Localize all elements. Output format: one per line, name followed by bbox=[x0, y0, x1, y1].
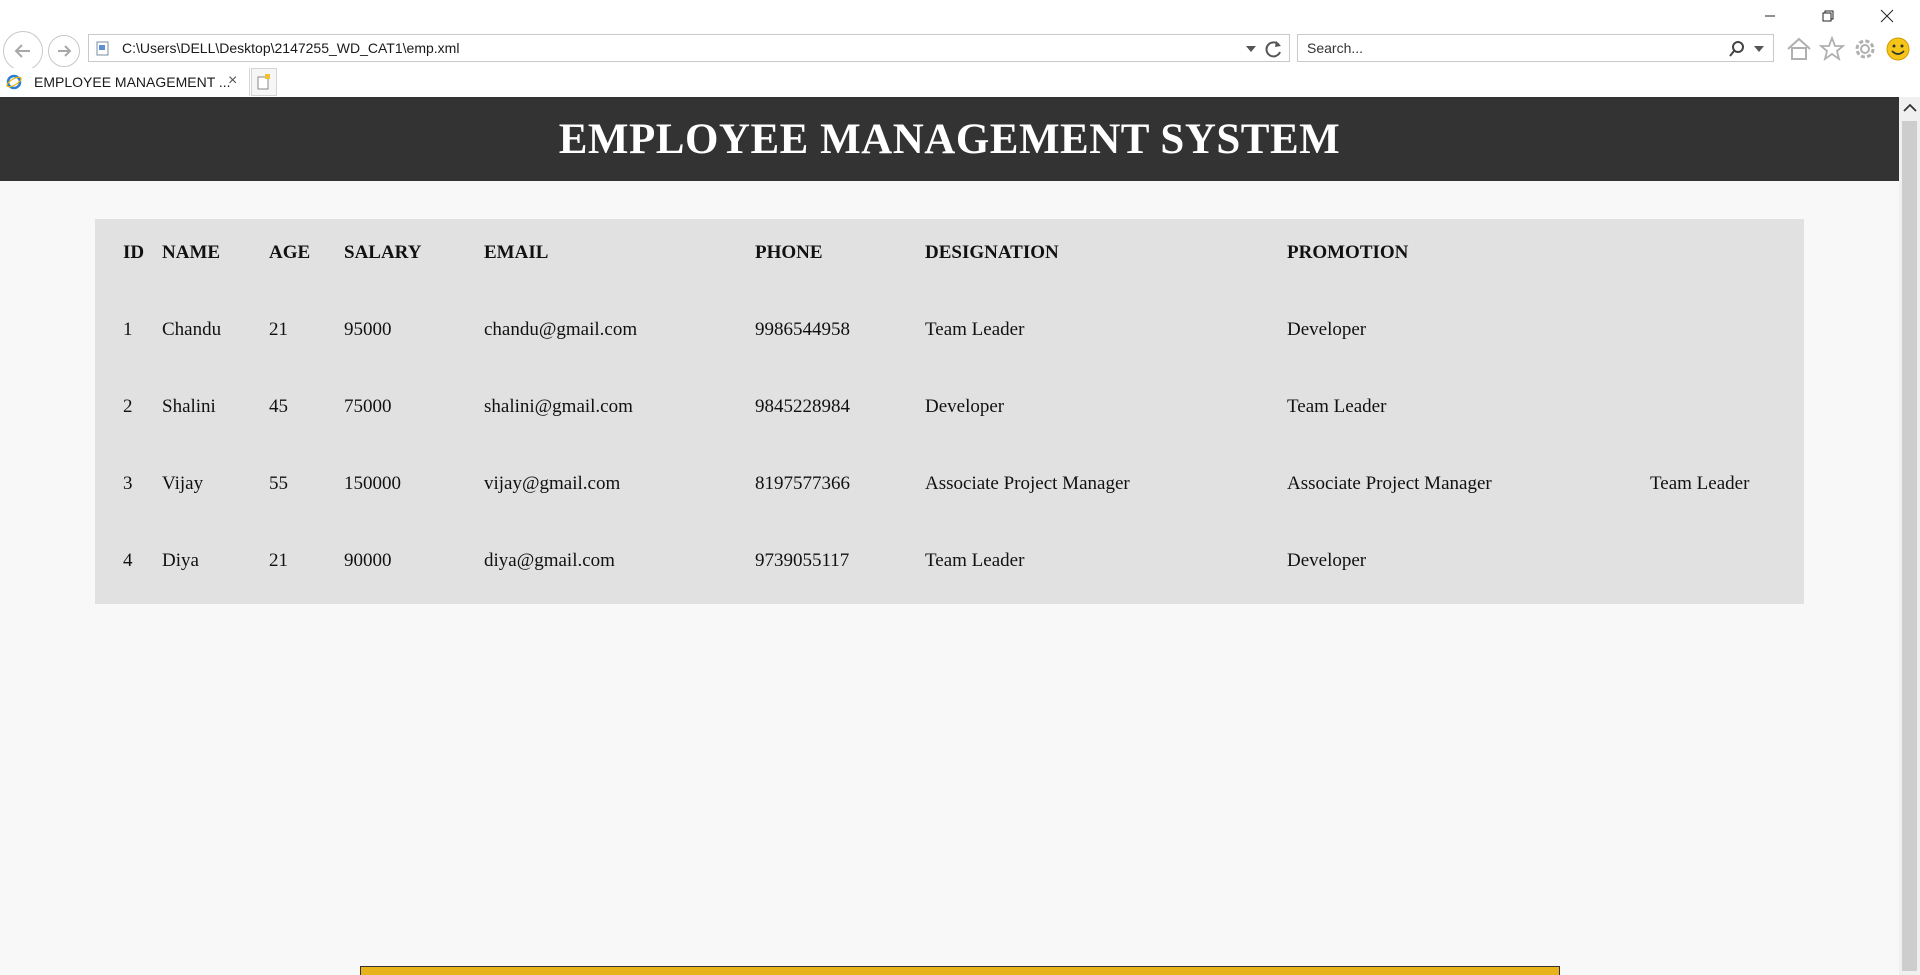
favorites-button[interactable] bbox=[1818, 35, 1846, 63]
address-text[interactable]: C:\Users\DELL\Desktop\2147255_WD_CAT1\em… bbox=[122, 40, 459, 56]
address-bar[interactable]: C:\Users\DELL\Desktop\2147255_WD_CAT1\em… bbox=[88, 34, 1290, 62]
back-arrow-icon bbox=[14, 44, 30, 58]
header-email: EMAIL bbox=[484, 242, 549, 263]
search-placeholder[interactable]: Search... bbox=[1307, 40, 1363, 56]
search-dropdown-icon[interactable] bbox=[1754, 45, 1764, 53]
employee-table: ID NAME AGE SALARY EMAIL PHONE DESIGNATI… bbox=[95, 219, 1804, 604]
cell-salary: 90000 bbox=[344, 550, 392, 571]
cell-name: Vijay bbox=[162, 473, 204, 494]
cell-salary: 75000 bbox=[344, 396, 392, 417]
cell-id: 4 bbox=[123, 550, 133, 571]
header-id: ID bbox=[123, 242, 145, 263]
cell-age: 21 bbox=[269, 550, 288, 571]
gear-icon bbox=[1855, 39, 1875, 59]
cell-promotion: Developer bbox=[1287, 550, 1367, 571]
cell-age: 55 bbox=[269, 473, 288, 494]
new-tab-button[interactable] bbox=[251, 68, 277, 96]
cell-email: chandu@gmail.com bbox=[484, 319, 638, 340]
cell-age: 21 bbox=[269, 319, 288, 340]
cell-name: Shalini bbox=[162, 396, 216, 417]
tab-title: EMPLOYEE MANAGEMENT ... bbox=[34, 74, 231, 90]
star-icon bbox=[1819, 36, 1845, 62]
cell-email: vijay@gmail.com bbox=[484, 473, 621, 494]
cell-salary: 95000 bbox=[344, 319, 392, 340]
search-field[interactable]: Search... bbox=[1297, 34, 1774, 62]
cell-designation: Associate Project Manager bbox=[925, 473, 1130, 494]
cell-id: 3 bbox=[123, 473, 133, 494]
tab-employee-management[interactable]: EMPLOYEE MANAGEMENT ... × bbox=[0, 68, 250, 96]
smiley-icon bbox=[1886, 37, 1910, 61]
back-button[interactable] bbox=[3, 31, 43, 71]
minimize-icon bbox=[1765, 15, 1775, 17]
page-title: EMPLOYEE MANAGEMENT SYSTEM bbox=[558, 115, 1341, 163]
cell-designation: Developer bbox=[925, 396, 1005, 417]
header-name: NAME bbox=[162, 242, 221, 263]
cell-age: 45 bbox=[269, 396, 288, 417]
scroll-up-button[interactable] bbox=[1899, 97, 1920, 119]
restore-button[interactable] bbox=[1805, 4, 1851, 28]
cell-name: Chandu bbox=[162, 319, 222, 340]
chevron-up-icon bbox=[1902, 103, 1917, 112]
cell-promotion: Developer bbox=[1287, 319, 1367, 340]
scroll-thumb[interactable] bbox=[1902, 121, 1917, 971]
vertical-scrollbar[interactable] bbox=[1899, 97, 1920, 975]
cell-phone: 9739055117 bbox=[755, 550, 850, 571]
cell-phone: 9845228984 bbox=[755, 396, 850, 417]
header-age: AGE bbox=[269, 242, 311, 263]
cell-salary: 150000 bbox=[344, 473, 401, 494]
header-designation: DESIGNATION bbox=[925, 242, 1059, 263]
cell-designation: Team Leader bbox=[925, 550, 1025, 571]
cell-promotion: Team Leader bbox=[1287, 396, 1387, 417]
close-icon bbox=[1880, 9, 1894, 23]
header-phone: PHONE bbox=[755, 242, 823, 263]
cell-promotion: Associate Project Manager bbox=[1287, 473, 1492, 494]
cell-phone: 8197577366 bbox=[755, 473, 850, 494]
cell-name: Diya bbox=[162, 550, 199, 571]
cell-id: 2 bbox=[123, 396, 133, 417]
restore-icon bbox=[1822, 10, 1834, 22]
settings-button[interactable] bbox=[1851, 35, 1879, 63]
close-window-button[interactable] bbox=[1864, 4, 1910, 28]
footer-bar bbox=[360, 966, 1560, 975]
cell-id: 1 bbox=[123, 319, 133, 340]
cell-email: diya@gmail.com bbox=[484, 550, 615, 571]
browser-chrome: C:\Users\DELL\Desktop\2147255_WD_CAT1\em… bbox=[0, 0, 1920, 97]
home-icon bbox=[1787, 37, 1811, 60]
new-tab-icon bbox=[257, 74, 270, 90]
search-icon[interactable] bbox=[1728, 40, 1746, 58]
page-viewport: EMPLOYEE MANAGEMENT SYSTEM ID NAME AGE S… bbox=[0, 97, 1899, 975]
home-button[interactable] bbox=[1785, 35, 1813, 63]
minimize-button[interactable] bbox=[1747, 4, 1793, 28]
refresh-icon[interactable] bbox=[1264, 39, 1284, 59]
cell-extra: Team Leader bbox=[1650, 473, 1750, 494]
dropdown-icon[interactable] bbox=[1246, 45, 1256, 53]
ie-favicon-icon bbox=[6, 74, 22, 90]
header-salary: SALARY bbox=[344, 242, 422, 263]
forward-arrow-icon bbox=[58, 45, 72, 57]
feedback-button[interactable] bbox=[1884, 35, 1912, 63]
cell-email: shalini@gmail.com bbox=[484, 396, 633, 417]
header-promotion: PROMOTION bbox=[1287, 242, 1409, 263]
page-icon bbox=[96, 41, 109, 56]
forward-button[interactable] bbox=[48, 35, 80, 67]
tab-close-button[interactable]: × bbox=[228, 72, 237, 90]
cell-designation: Team Leader bbox=[925, 319, 1025, 340]
cell-phone: 9986544958 bbox=[755, 319, 850, 340]
page-header: EMPLOYEE MANAGEMENT SYSTEM bbox=[0, 97, 1899, 181]
